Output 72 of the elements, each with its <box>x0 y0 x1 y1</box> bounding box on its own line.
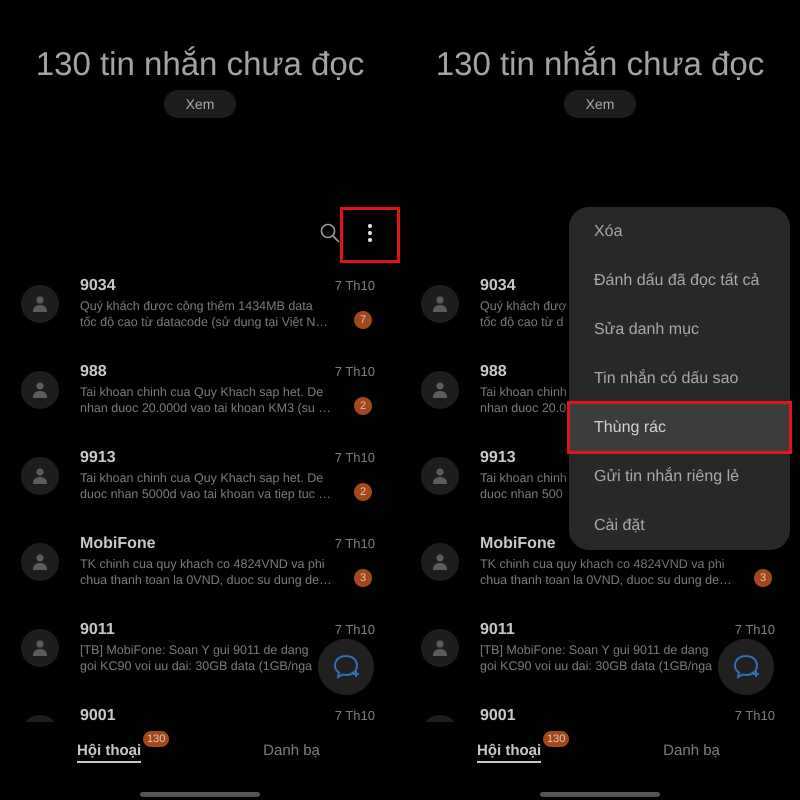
message-preview: Quý khách đượ <box>480 298 567 314</box>
message-preview: Tai khoan chinh <box>480 470 567 486</box>
chat-add-icon <box>732 653 760 681</box>
menu-item[interactable]: Thùng rác <box>569 403 790 452</box>
contact-name: 9001 <box>80 706 116 722</box>
message-date: 7 Th10 <box>734 707 775 722</box>
message-preview: duoc nhan 500 <box>480 486 563 502</box>
unread-title: 130 tin nhắn chưa đọc <box>434 44 766 84</box>
contact-name: 9034 <box>480 276 516 296</box>
message-preview: nhan duoc 20.0 <box>480 400 566 416</box>
message-preview: tốc độ cao từ datacode (sử dụng tại Việt N… <box>80 314 328 330</box>
contact-name: MobiFone <box>480 534 556 554</box>
person-icon <box>433 468 447 484</box>
message-date: 7 Th10 <box>334 621 375 639</box>
message-date: 7 Th10 <box>734 621 775 639</box>
person-icon <box>33 382 47 398</box>
person-icon <box>33 296 47 312</box>
menu-item[interactable]: Gửi tin nhắn riêng lẻ <box>569 452 790 501</box>
message-date: 7 Th10 <box>334 535 375 553</box>
message-preview: TK chinh cua quy khach co 4824VND va phi <box>480 556 725 572</box>
message-preview: Tai khoan chinh cua Quy Khach sap het. De <box>80 470 324 486</box>
person-icon <box>433 640 447 656</box>
tab-badge: 130 <box>543 730 570 746</box>
unread-count: 7 <box>354 311 372 329</box>
message-preview: Tai khoan chinh cua Quy Khach sap het. De <box>80 384 324 400</box>
person-icon <box>33 468 47 484</box>
unread-count: 2 <box>354 397 372 415</box>
unread-title: 130 tin nhắn chưa đọc <box>34 44 366 84</box>
contact-name: 988 <box>480 362 507 382</box>
message-date: 7 Th10 <box>334 707 375 722</box>
contact-name: 988 <box>80 362 107 382</box>
tab[interactable]: Danh bạ <box>263 742 320 762</box>
chat-add-icon <box>332 653 360 681</box>
contact-name: 9011 <box>480 620 515 640</box>
menu-item[interactable]: Xóa <box>569 207 790 256</box>
contact-name: 9001 <box>480 706 516 722</box>
message-preview: Tai khoan chinh <box>480 384 567 400</box>
message-date: 7 Th10 <box>334 363 375 381</box>
message-preview: goi KC90 voi uu dai: 30GB data (1GB/nga <box>80 658 312 674</box>
message-preview: tốc độ cao từ d <box>480 314 564 330</box>
menu-item[interactable]: Sửa danh mục <box>569 305 790 354</box>
contact-name: 9011 <box>80 620 115 640</box>
message-preview: [TB] MobiFone: Soan Y gui 9011 de dang <box>80 642 309 658</box>
person-icon <box>33 640 47 656</box>
menu-item[interactable]: Cài đặt <box>569 501 790 550</box>
tab[interactable]: Danh bạ <box>663 742 720 762</box>
message-preview: goi KC90 voi uu dai: 30GB data (1GB/nga <box>480 658 712 674</box>
message-preview: [TB] MobiFone: Soan Y gui 9011 de dang <box>480 642 709 658</box>
unread-count: 2 <box>354 483 372 501</box>
person-icon <box>33 554 47 570</box>
message-preview: chua thanh toan la 0VND, duoc su dung de… <box>80 572 332 588</box>
tab-badge: 130 <box>143 730 170 746</box>
message-preview: nhan duoc 20.000d vao tai khoan KM3 (su … <box>80 400 331 416</box>
menu-item[interactable]: Tin nhắn có dấu sao <box>569 354 790 403</box>
view-button[interactable]: Xem <box>564 90 636 118</box>
message-preview: TK chinh cua quy khach co 4824VND va phi <box>80 556 325 572</box>
message-date: 7 Th10 <box>334 449 375 467</box>
contact-name: MobiFone <box>80 534 156 554</box>
person-icon <box>433 554 447 570</box>
contact-name: 9913 <box>80 448 116 468</box>
contact-name: 9913 <box>480 448 516 468</box>
unread-count: 3 <box>754 569 772 587</box>
person-icon <box>433 382 447 398</box>
message-preview: duoc nhan 5000d vao tai khoan va tiep tuc … <box>80 486 331 502</box>
message-preview: chua thanh toan la 0VND, duoc su dung de… <box>480 572 732 588</box>
view-button[interactable]: Xem <box>164 90 236 118</box>
person-icon <box>433 296 447 312</box>
message-preview: Quý khách được cộng thêm 1434MB data <box>80 298 313 314</box>
contact-name: 9034 <box>80 276 116 296</box>
message-date: 7 Th10 <box>334 277 375 295</box>
unread-count: 3 <box>354 569 372 587</box>
menu-item[interactable]: Đánh dấu đã đọc tất cả <box>569 256 790 305</box>
